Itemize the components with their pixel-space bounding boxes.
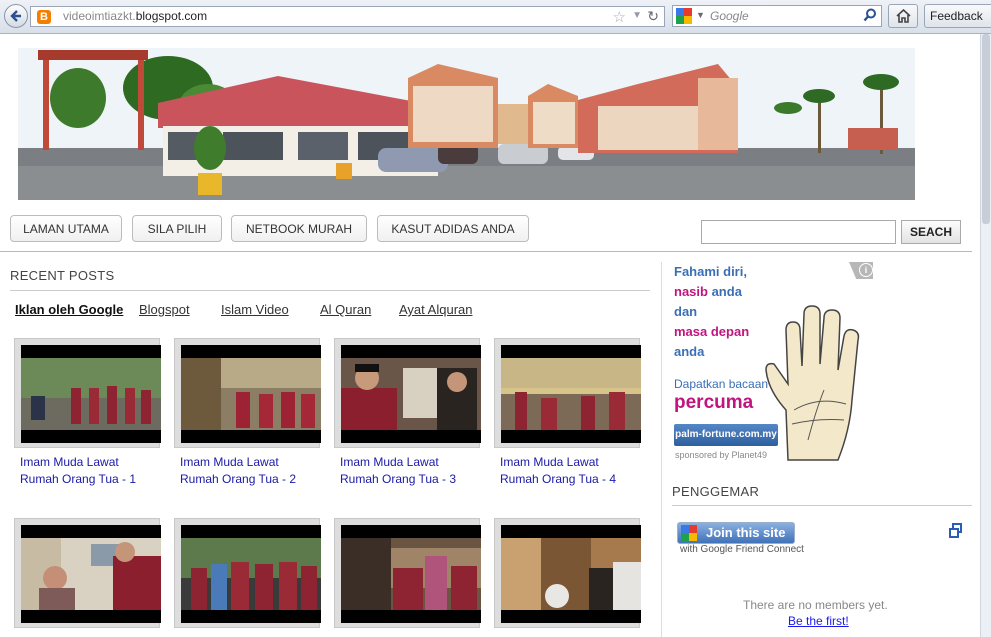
history-dropdown-icon[interactable]: ▼ xyxy=(632,10,642,21)
home-button[interactable] xyxy=(888,4,918,28)
ad-text-line[interactable]: Dapatkan bacaan xyxy=(674,377,768,391)
post-title-line[interactable]: Imam Muda Lawat xyxy=(340,454,490,471)
ad-sponsor-text[interactable]: sponsored by Planet49 xyxy=(675,450,767,460)
gfc-subtitle: with Google Friend Connect xyxy=(680,544,804,555)
google-logo-icon[interactable] xyxy=(676,8,692,24)
followers-title: PENGGEMAR xyxy=(672,484,760,499)
address-bar[interactable]: B videoimtiazkt.blogspot.com ☆ ▼ ↻ xyxy=(30,6,665,27)
vertical-scrollbar[interactable] xyxy=(980,34,991,637)
scrollbar-thumb[interactable] xyxy=(982,34,990,224)
ad-info-symbol: i xyxy=(859,263,873,277)
post-thumbnail-5[interactable] xyxy=(14,518,161,628)
tab-al-quran[interactable]: Al Quran xyxy=(320,302,371,317)
post-thumbnail-4[interactable] xyxy=(494,338,641,448)
ad-text-line[interactable]: anda xyxy=(674,344,704,359)
be-first-link[interactable]: Be the first! xyxy=(788,614,849,628)
post-title-line[interactable]: Rumah Orang Tua - 4 xyxy=(500,471,650,488)
url-text: videoimtiazkt.blogspot.com xyxy=(63,9,207,23)
post-thumbnail-6[interactable] xyxy=(174,518,321,628)
post-caption-2[interactable]: Imam Muda Lawat Rumah Orang Tua - 2 xyxy=(180,454,330,488)
nav-netbook-murah[interactable]: NETBOOK MURAH xyxy=(231,215,367,242)
post-title-line[interactable]: Imam Muda Lawat xyxy=(500,454,650,471)
bookmark-star-icon[interactable]: ☆ xyxy=(613,8,626,26)
post-title-line[interactable]: Rumah Orang Tua - 3 xyxy=(340,471,490,488)
header-banner-image xyxy=(18,48,915,200)
join-site-label: Join this site xyxy=(706,525,786,540)
sidebar-divider xyxy=(661,262,662,637)
blogger-favicon-icon: B xyxy=(37,10,51,24)
post-thumbnail-8[interactable] xyxy=(494,518,641,628)
tab-islam-video[interactable]: Islam Video xyxy=(221,302,289,317)
tab-iklan-oleh-google[interactable]: Iklan oleh Google xyxy=(15,302,123,317)
post-thumbnail-1[interactable] xyxy=(14,338,161,448)
search-engine-placeholder: Google xyxy=(710,9,749,23)
recent-posts-divider xyxy=(10,290,650,291)
post-caption-4[interactable]: Imam Muda Lawat Rumah Orang Tua - 4 xyxy=(500,454,650,488)
post-caption-1[interactable]: Imam Muda Lawat Rumah Orang Tua - 1 xyxy=(20,454,170,488)
tab-ayat-alquran[interactable]: Ayat Alquran xyxy=(399,302,472,317)
post-caption-3[interactable]: Imam Muda Lawat Rumah Orang Tua - 3 xyxy=(340,454,490,488)
post-thumbnail-3[interactable] xyxy=(334,338,481,448)
home-icon xyxy=(896,9,911,23)
followers-divider xyxy=(672,505,972,506)
ad-text-normal: anda xyxy=(707,284,742,299)
ad-url-button[interactable]: palm-fortune.com.my xyxy=(674,424,778,446)
popout-icon[interactable] xyxy=(949,523,962,538)
join-site-button[interactable]: Join this site xyxy=(677,522,795,544)
ad-text-line[interactable]: Fahami diri, xyxy=(674,264,747,279)
nav-divider xyxy=(0,251,972,252)
ad-text-highlight-large[interactable]: percuma xyxy=(674,392,753,414)
search-engine-box[interactable]: ▼ Google xyxy=(672,5,882,27)
back-arrow-icon xyxy=(10,10,21,22)
browser-toolbar: B videoimtiazkt.blogspot.com ☆ ▼ ↻ ▼ Goo… xyxy=(0,0,991,34)
search-icon[interactable] xyxy=(863,8,877,22)
google-friend-connect-icon xyxy=(681,525,697,541)
blog-search-button[interactable]: SEACH xyxy=(901,220,961,244)
back-button[interactable] xyxy=(4,4,28,28)
ad-info-icon[interactable]: i xyxy=(849,262,873,279)
no-members-text: There are no members yet. xyxy=(743,598,888,612)
ad-text-line[interactable]: nasib anda xyxy=(674,284,742,299)
post-title-line[interactable]: Imam Muda Lawat xyxy=(180,454,330,471)
ad-text-highlight: nasib xyxy=(674,284,708,299)
ad-text-line[interactable]: dan xyxy=(674,304,697,319)
post-title-line[interactable]: Rumah Orang Tua - 2 xyxy=(180,471,330,488)
post-thumbnail-2[interactable] xyxy=(174,338,321,448)
url-subdomain: videoimtiazkt. xyxy=(63,9,136,23)
tab-blogspot[interactable]: Blogspot xyxy=(139,302,190,317)
blog-search-input[interactable] xyxy=(701,220,896,244)
post-thumbnail-7[interactable] xyxy=(334,518,481,628)
feedback-button[interactable]: Feedback xyxy=(924,4,991,28)
ad-text-line[interactable]: masa depan xyxy=(674,324,749,339)
post-title-line[interactable]: Rumah Orang Tua - 1 xyxy=(20,471,170,488)
url-domain: blogspot.com xyxy=(135,9,208,23)
nav-kasut-adidas[interactable]: KASUT ADIDAS ANDA xyxy=(377,215,529,242)
nav-sila-pilih[interactable]: SILA PILIH xyxy=(132,215,222,242)
engine-dropdown-icon[interactable]: ▼ xyxy=(696,10,705,20)
recent-posts-title: RECENT POSTS xyxy=(10,268,115,283)
nav-laman-utama[interactable]: LAMAN UTAMA xyxy=(10,215,122,242)
post-title-line[interactable]: Imam Muda Lawat xyxy=(20,454,170,471)
reload-icon[interactable]: ↻ xyxy=(647,8,659,25)
